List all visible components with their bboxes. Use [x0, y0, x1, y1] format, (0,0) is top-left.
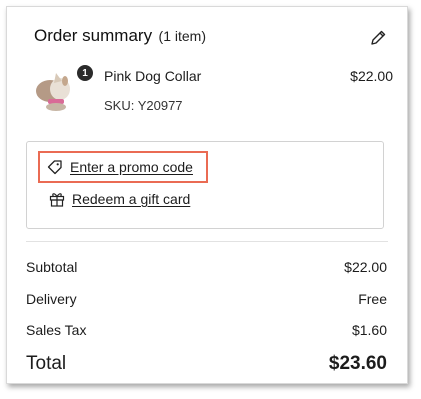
quantity-badge: 1: [77, 65, 93, 81]
item-price: $22.00: [350, 68, 393, 84]
sales-tax-value: $1.60: [351, 322, 387, 338]
sales-tax-row: Sales Tax $1.60: [26, 322, 387, 338]
promo-gift-box: Enter a promo code Redeem a gift card: [26, 141, 384, 229]
order-summary-header: Order summary (1 item): [34, 26, 387, 52]
gift-icon: [49, 193, 65, 207]
product-thumbnail: [34, 69, 77, 112]
order-summary-title: Order summary: [34, 26, 153, 45]
gift-card-link[interactable]: Redeem a gift card: [48, 190, 190, 208]
pencil-icon[interactable]: [369, 29, 387, 47]
gift-card-label: Redeem a gift card: [72, 191, 191, 207]
item-count: (1 item): [158, 28, 206, 44]
subtotal-label: Subtotal: [26, 259, 78, 275]
promo-code-link[interactable]: Enter a promo code: [46, 158, 193, 176]
total-row: Total $23.60: [26, 353, 387, 375]
total-label: Total: [26, 353, 67, 374]
delivery-label: Delivery: [26, 291, 77, 307]
subtotal-row: Subtotal $22.00: [26, 259, 387, 275]
item-sku: SKU: Y20977: [104, 98, 183, 113]
summary-divider: [26, 241, 388, 242]
total-value: $23.60: [328, 353, 387, 374]
order-summary-card: Order summary (1 item) 1 Pink Dog Collar…: [6, 6, 408, 384]
promo-code-label: Enter a promo code: [70, 159, 193, 175]
item-name: Pink Dog Collar: [104, 68, 202, 84]
sales-tax-label: Sales Tax: [26, 322, 87, 338]
tag-icon: [47, 160, 62, 175]
subtotal-value: $22.00: [344, 259, 387, 275]
delivery-row: Delivery Free: [26, 291, 387, 307]
delivery-value: Free: [358, 291, 387, 307]
